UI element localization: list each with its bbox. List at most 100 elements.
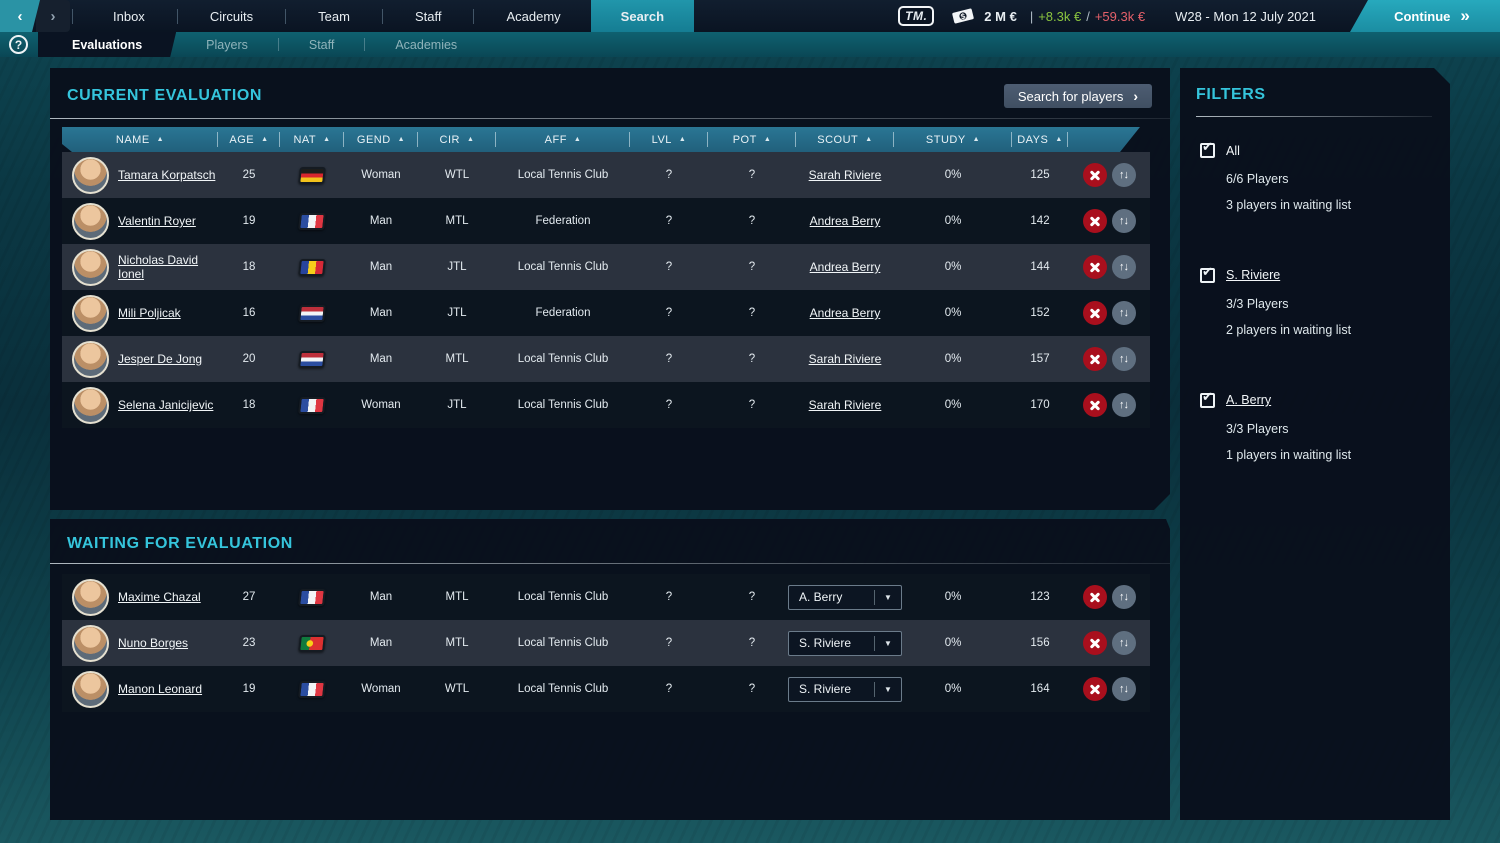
age-cell: 18 [242, 399, 256, 411]
column-header-age[interactable]: AGE ▲ [218, 127, 280, 152]
gender-cell: Woman [361, 399, 401, 411]
tab-team[interactable]: Team [288, 0, 380, 32]
checkbox-checked[interactable]: ✔ [1200, 268, 1215, 283]
filter-checkbox-row[interactable]: ✔ S. Riviere [1200, 268, 1432, 283]
study-cell: 0% [944, 307, 962, 319]
tab-academy[interactable]: Academy [476, 0, 590, 32]
checkbox-checked[interactable]: ✔ [1200, 143, 1215, 158]
cancel-evaluation-button[interactable] [1083, 255, 1107, 279]
study-cell: 0% [944, 261, 962, 273]
cancel-evaluation-button[interactable] [1083, 301, 1107, 325]
continue-button[interactable]: Continue » [1350, 0, 1500, 32]
table-row: Mili Poljicak 16 Man JTL Federation ? ? … [62, 290, 1150, 336]
help-icon[interactable]: ? [9, 35, 28, 54]
filter-label[interactable]: A. Berry [1226, 393, 1271, 407]
table-row: Nicholas David Ionel 18 Man JTL Local Te… [62, 244, 1150, 290]
column-header-cir[interactable]: CIR ▲ [418, 127, 496, 152]
level-cell: ? [665, 353, 673, 365]
search-for-players-button[interactable]: Search for players › [1004, 84, 1152, 108]
swap-scout-button[interactable]: ↑ ↓ [1112, 163, 1136, 187]
affiliation-cell: Local Tennis Club [517, 261, 609, 273]
tm-logo: TM. [898, 6, 935, 26]
potential-cell: ? [748, 591, 756, 603]
column-header-lvl[interactable]: LVL ▲ [630, 127, 708, 152]
forward-button[interactable]: › [36, 0, 70, 32]
level-cell: ? [665, 215, 673, 227]
divider [50, 563, 1170, 564]
continue-label: Continue [1394, 8, 1451, 24]
column-header-pot[interactable]: POT ▲ [708, 127, 796, 152]
study-cell: 0% [944, 591, 962, 603]
column-header-nat[interactable]: NAT ▲ [280, 127, 344, 152]
scout-select[interactable]: S. Riviere ▼ [788, 631, 902, 656]
swap-scout-button[interactable]: ↑ ↓ [1112, 393, 1136, 417]
flag-icon [298, 351, 326, 368]
player-name-link[interactable]: Jesper De Jong [118, 352, 202, 366]
check-icon: ✔ [1202, 388, 1213, 404]
swap-scout-button[interactable]: ↑ ↓ [1112, 209, 1136, 233]
scout-link[interactable]: Sarah Riviere [809, 168, 882, 182]
scout-link[interactable]: Andrea Berry [810, 214, 881, 228]
filter-checkbox-row[interactable]: ✔ A. Berry [1200, 393, 1432, 408]
weekly-gain: +8.3k € [1038, 8, 1082, 24]
swap-scout-button[interactable]: ↑ ↓ [1112, 347, 1136, 371]
cancel-evaluation-button[interactable] [1083, 209, 1107, 233]
subtab-staff[interactable]: Staff [279, 32, 364, 57]
cancel-evaluation-button[interactable] [1083, 163, 1107, 187]
cancel-evaluation-button[interactable] [1083, 631, 1107, 655]
study-cell: 0% [944, 399, 962, 411]
player-name-link[interactable]: Nuno Borges [118, 636, 188, 650]
cancel-evaluation-button[interactable] [1083, 393, 1107, 417]
column-header-name[interactable]: NAME ▲ [62, 127, 218, 152]
swap-scout-button[interactable]: ↑ ↓ [1112, 585, 1136, 609]
player-name-link[interactable]: Nicholas David Ionel [118, 253, 198, 281]
scout-link[interactable]: Andrea Berry [810, 260, 881, 274]
money-pipe: | [1029, 8, 1034, 24]
column-label: DAYS [1017, 133, 1049, 146]
scout-link[interactable]: Sarah Riviere [809, 398, 882, 412]
player-name-link[interactable]: Maxime Chazal [118, 590, 201, 604]
scout-select[interactable]: S. Riviere ▼ [788, 677, 902, 702]
flag-icon [298, 259, 326, 276]
tab-staff[interactable]: Staff [385, 0, 472, 32]
back-button[interactable]: ‹ [0, 0, 40, 32]
column-header-aff[interactable]: AFF ▲ [496, 127, 630, 152]
column-header-gend[interactable]: GEND ▲ [344, 127, 418, 152]
subtab-players[interactable]: Players [176, 32, 278, 57]
scout-link[interactable]: Andrea Berry [810, 306, 881, 320]
tab-search[interactable]: Search [590, 0, 695, 32]
subtab-evaluations[interactable]: Evaluations [38, 32, 176, 57]
filter-item-a-berry: ✔ A. Berry 3/3 Players 1 players in wait… [1196, 393, 1432, 466]
swap-scout-button[interactable]: ↑ ↓ [1112, 301, 1136, 325]
player-name-link[interactable]: Manon Leonard [118, 682, 202, 696]
swap-scout-button[interactable]: ↑ ↓ [1112, 631, 1136, 655]
age-cell: 23 [242, 637, 256, 649]
filter-label[interactable]: S. Riviere [1226, 268, 1280, 282]
level-cell: ? [665, 637, 673, 649]
player-name-link[interactable]: Valentin Royer [118, 214, 196, 228]
scout-link[interactable]: Sarah Riviere [809, 352, 882, 366]
column-label: CIR [439, 133, 460, 146]
player-name-link[interactable]: Selena Janicijevic [118, 398, 213, 412]
swap-scout-button[interactable]: ↑ ↓ [1112, 255, 1136, 279]
column-header-scout[interactable]: SCOUT ▲ [796, 127, 894, 152]
player-name-link[interactable]: Mili Poljicak [118, 306, 181, 320]
player-name-link[interactable]: Tamara Korpatsch [118, 168, 215, 182]
cancel-evaluation-button[interactable] [1083, 347, 1107, 371]
tab-circuits[interactable]: Circuits [180, 0, 283, 32]
tab-inbox[interactable]: Inbox [83, 0, 175, 32]
flag-icon [298, 397, 326, 414]
swap-scout-button[interactable]: ↑ ↓ [1112, 677, 1136, 701]
column-header-study[interactable]: STUDY ▲ [894, 127, 1012, 152]
cancel-evaluation-button[interactable] [1083, 677, 1107, 701]
sort-asc-icon: ▲ [573, 136, 582, 143]
filter-checkbox-row[interactable]: ✔ All [1200, 143, 1432, 158]
cancel-evaluation-button[interactable] [1083, 585, 1107, 609]
checkbox-checked[interactable]: ✔ [1200, 393, 1215, 408]
filter-label[interactable]: All [1226, 144, 1240, 158]
scout-select[interactable]: A. Berry ▼ [788, 585, 902, 610]
subtab-academies[interactable]: Academies [365, 32, 487, 57]
column-header-days[interactable]: DAYS ▲ [1012, 127, 1068, 152]
scout-selected-value: S. Riviere [799, 636, 852, 650]
gender-cell: Man [369, 215, 393, 227]
